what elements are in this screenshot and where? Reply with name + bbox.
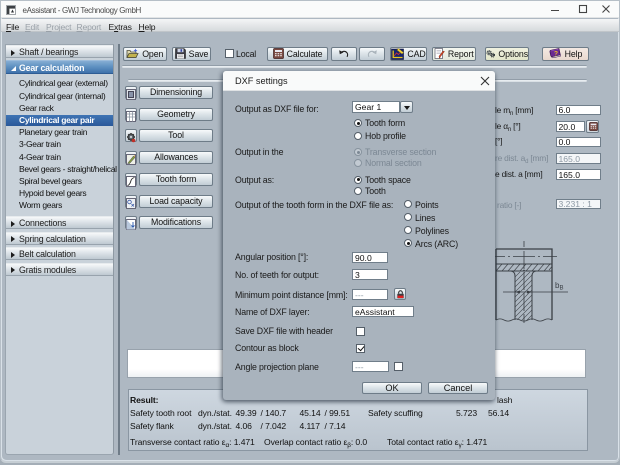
svg-text:bB: bB <box>555 281 563 292</box>
svg-text:?: ? <box>554 51 558 58</box>
